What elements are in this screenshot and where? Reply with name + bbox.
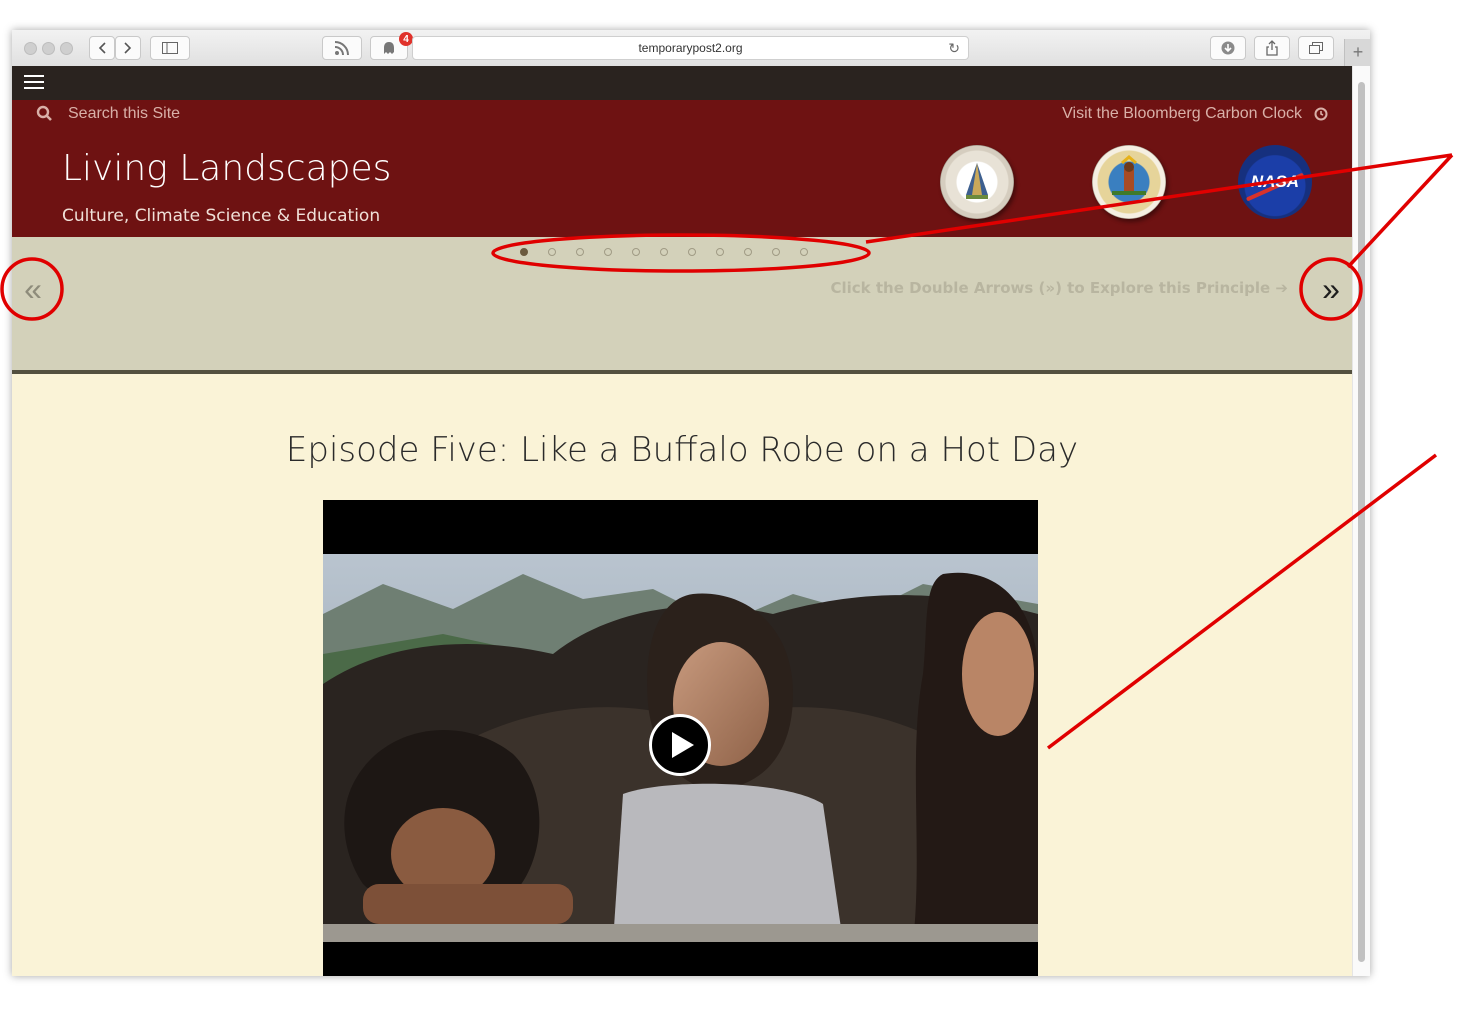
- carousel-dot[interactable]: [520, 248, 528, 256]
- tabs-overview-button[interactable]: [1298, 36, 1334, 60]
- carousel-dots: [520, 248, 828, 256]
- browser-toolbar: 4 temporarypost2.org ↻ +: [12, 30, 1370, 67]
- explore-principle-hint: Click the Double Arrows (») to Explore t…: [830, 279, 1289, 297]
- band-divider: [12, 370, 1352, 374]
- notification-badge: 4: [399, 32, 413, 46]
- tabs-icon: [1309, 42, 1323, 54]
- play-icon: [672, 732, 694, 758]
- site-title[interactable]: Living Landscapes: [62, 148, 391, 189]
- site-top-bar: [12, 66, 1352, 100]
- reload-icon[interactable]: ↻: [948, 40, 960, 57]
- carousel-dot[interactable]: [688, 248, 696, 256]
- nasa-logo[interactable]: NASA: [1238, 145, 1312, 219]
- downloads-button[interactable]: [1210, 36, 1246, 60]
- clock-icon: [1314, 107, 1328, 121]
- menu-icon[interactable]: [24, 72, 44, 92]
- episode-title: Episode Five: Like a Buffalo Robe on a H…: [285, 430, 1079, 470]
- new-tab-icon[interactable]: +: [1344, 39, 1370, 66]
- ghostery-button[interactable]: 4: [370, 32, 413, 60]
- share-button[interactable]: [1254, 36, 1290, 60]
- site-search[interactable]: Search this Site: [36, 105, 180, 123]
- carousel-dot[interactable]: [576, 248, 584, 256]
- sidebar-button[interactable]: [150, 36, 190, 60]
- carousel-dot[interactable]: [744, 248, 752, 256]
- tribal-college-seal-logo[interactable]: [940, 145, 1014, 219]
- principle-carousel: « Click the Double Arrows (») to Explore…: [12, 237, 1352, 370]
- zoom-window-button[interactable]: [60, 42, 73, 55]
- close-window-button[interactable]: [24, 42, 37, 55]
- minimize-window-button[interactable]: [42, 42, 55, 55]
- next-principle-button[interactable]: »: [1312, 270, 1350, 308]
- back-button[interactable]: [89, 36, 115, 60]
- address-bar[interactable]: temporarypost2.org ↻: [412, 36, 969, 60]
- rss-button[interactable]: [322, 36, 362, 60]
- carousel-dot[interactable]: [632, 248, 640, 256]
- site-subtitle: Culture, Climate Science & Education: [62, 206, 381, 226]
- forward-icon: [124, 42, 132, 54]
- sidebar-icon: [162, 42, 178, 54]
- url-text: temporarypost2.org: [638, 41, 743, 55]
- confederated-tribes-seal-logo[interactable]: [1092, 145, 1166, 219]
- tipi-icon: [966, 163, 988, 199]
- double-chevron-right-icon: »: [1322, 270, 1340, 307]
- chief-figure-icon: [1112, 155, 1146, 195]
- carousel-dot[interactable]: [660, 248, 668, 256]
- rss-icon: [334, 41, 349, 56]
- carousel-dot[interactable]: [604, 248, 612, 256]
- ghostery-icon: [384, 42, 394, 54]
- video-player[interactable]: [323, 500, 1038, 976]
- share-icon: [1266, 40, 1278, 56]
- search-label: Search this Site: [68, 105, 181, 122]
- carousel-dot[interactable]: [772, 248, 780, 256]
- previous-principle-button[interactable]: «: [14, 270, 52, 308]
- carbon-clock-link[interactable]: Visit the Bloomberg Carbon Clock: [1062, 105, 1328, 123]
- page-scrollbar[interactable]: [1352, 66, 1370, 976]
- scrollbar-thumb[interactable]: [1358, 82, 1365, 962]
- search-icon: [36, 105, 52, 121]
- nasa-logo-text: NASA: [1250, 172, 1300, 191]
- carousel-dot[interactable]: [548, 248, 556, 256]
- carbon-clock-label: Visit the Bloomberg Carbon Clock: [1062, 105, 1302, 122]
- browser-window: 4 temporarypost2.org ↻ + Search this Sit…: [12, 30, 1370, 976]
- download-icon: [1221, 41, 1235, 55]
- play-button[interactable]: [649, 714, 711, 776]
- forward-button[interactable]: [115, 36, 141, 60]
- site-header: Search this Site Visit the Bloomberg Car…: [12, 100, 1352, 237]
- carousel-dot[interactable]: [716, 248, 724, 256]
- double-chevron-left-icon: «: [24, 270, 42, 307]
- carousel-dot[interactable]: [800, 248, 808, 256]
- back-icon: [98, 42, 106, 54]
